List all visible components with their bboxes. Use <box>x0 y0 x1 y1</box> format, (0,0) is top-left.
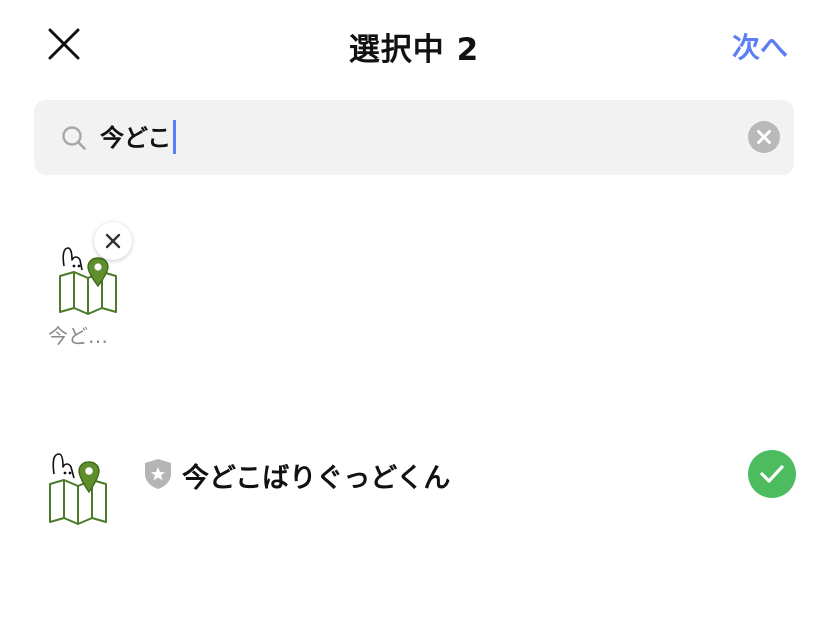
result-list-item[interactable]: 今どこばりぐっどくん <box>0 420 828 530</box>
next-button[interactable]: 次へ <box>732 26 788 66</box>
checkmark-icon <box>760 465 784 483</box>
selected-item[interactable]: 今ど… <box>46 222 136 352</box>
header-bar: 選択中 2 次へ <box>0 0 828 90</box>
clear-search-button[interactable] <box>748 121 780 153</box>
map-sticker-thumbnail <box>49 453 107 525</box>
search-input[interactable]: 今どこ <box>100 118 177 154</box>
remove-x-icon <box>105 233 121 249</box>
selected-item-label: 今ど… <box>48 324 108 348</box>
page-title: 選択中 2 <box>348 32 480 68</box>
remove-selected-button[interactable] <box>94 222 132 260</box>
text-caret <box>173 120 177 154</box>
clear-circle-icon <box>748 121 780 153</box>
search-bar[interactable]: 今どこ <box>34 100 794 175</box>
shield-star-icon <box>145 459 171 489</box>
selected-check-indicator[interactable] <box>748 450 796 498</box>
result-title: 今どこばりぐっどくん <box>182 463 451 494</box>
search-icon <box>62 126 86 150</box>
search-input-text: 今どこ <box>100 124 172 152</box>
